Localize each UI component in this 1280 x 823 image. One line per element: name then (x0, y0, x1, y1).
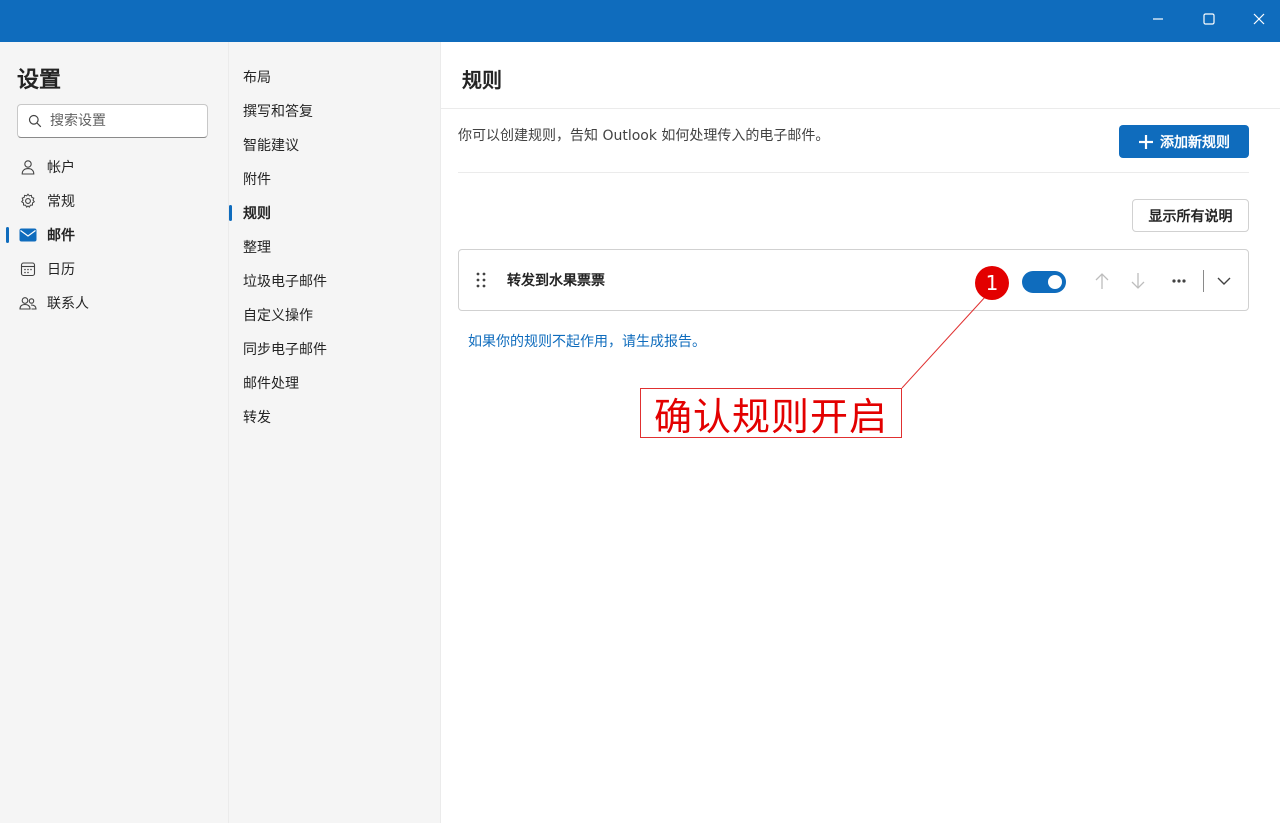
minimize-icon (1153, 18, 1163, 20)
search-settings-input[interactable] (50, 113, 200, 129)
add-new-rule-label: 添加新规则 (1160, 134, 1230, 151)
maximize-button[interactable] (1184, 0, 1234, 38)
mail-settings-nav: 布局 撰写和答复 智能建议 附件 规则 整理 垃圾电子邮件 自定义操作 同步电子… (229, 42, 441, 823)
close-button[interactable] (1234, 0, 1280, 38)
mid-item-layout[interactable]: 布局 (229, 60, 441, 94)
mid-item-compose-reply[interactable]: 撰写和答复 (229, 94, 441, 128)
people-icon (19, 294, 37, 312)
show-all-descriptions-button[interactable]: 显示所有说明 (1132, 199, 1249, 232)
mid-item-message-handling[interactable]: 邮件处理 (229, 366, 441, 400)
header-divider (441, 108, 1280, 109)
nav-item-label: 联系人 (47, 296, 89, 312)
drag-handle-icon[interactable] (476, 272, 486, 292)
mid-item-forwarding[interactable]: 转发 (229, 400, 441, 434)
mid-item-rules[interactable]: 规则 (229, 196, 441, 230)
arrow-down-icon (1131, 273, 1145, 289)
rules-description: 你可以创建规则，告知 Outlook 如何处理传入的电子邮件。 (458, 128, 830, 144)
control-separator (1203, 270, 1204, 292)
settings-left-nav: 设置 帐户 常规 邮件 日历 联系人 (0, 42, 229, 823)
mid-item-junk-email[interactable]: 垃圾电子邮件 (229, 264, 441, 298)
nav-item-label: 邮件 (47, 228, 75, 244)
expand-rule-button[interactable] (1211, 268, 1237, 294)
nav-item-calendar[interactable]: 日历 (0, 252, 229, 286)
annotation-step-badge: 1 (975, 266, 1009, 300)
nav-item-people[interactable]: 联系人 (0, 286, 229, 320)
nav-item-label: 帐户 (47, 160, 75, 176)
mid-item-customize-actions[interactable]: 自定义操作 (229, 298, 441, 332)
search-settings-box[interactable] (17, 104, 208, 138)
rule-row: 转发到水果票票 (458, 249, 1249, 311)
nav-item-account[interactable]: 帐户 (0, 150, 229, 184)
mid-item-attachments[interactable]: 附件 (229, 162, 441, 196)
more-icon (1172, 279, 1186, 283)
move-up-button[interactable] (1089, 268, 1115, 294)
mail-icon (19, 226, 37, 244)
move-down-button[interactable] (1125, 268, 1151, 294)
settings-title: 设置 (17, 68, 62, 93)
mid-item-sweep[interactable]: 整理 (229, 230, 441, 264)
chevron-down-icon (1217, 277, 1231, 285)
mid-item-smart-suggestions[interactable]: 智能建议 (229, 128, 441, 162)
maximize-icon (1203, 13, 1215, 25)
nav-item-mail[interactable]: 邮件 (0, 218, 229, 252)
close-icon (1253, 13, 1265, 25)
nav-item-label: 常规 (47, 194, 75, 210)
nav-item-label: 日历 (47, 262, 75, 278)
arrow-up-icon (1095, 273, 1109, 289)
more-options-button[interactable] (1166, 268, 1192, 294)
generate-report-link[interactable]: 如果你的规则不起作用，请生成报告。 (468, 331, 706, 351)
rule-name: 转发到水果票票 (507, 273, 605, 289)
toggle-knob (1048, 275, 1062, 289)
search-icon (28, 114, 42, 128)
title-bar (0, 0, 1280, 42)
annotation-label: 确认规则开启 (640, 388, 902, 439)
gear-icon (19, 192, 37, 210)
content-divider (458, 172, 1249, 173)
minimize-button[interactable] (1133, 0, 1183, 38)
person-icon (19, 158, 37, 176)
plus-icon (1139, 134, 1153, 149)
rule-enabled-toggle[interactable] (1022, 271, 1066, 293)
nav-item-general[interactable]: 常规 (0, 184, 229, 218)
page-title: 规则 (462, 68, 502, 92)
calendar-icon (19, 260, 37, 278)
mid-item-sync-email[interactable]: 同步电子邮件 (229, 332, 441, 366)
add-new-rule-button[interactable]: 添加新规则 (1119, 125, 1249, 158)
